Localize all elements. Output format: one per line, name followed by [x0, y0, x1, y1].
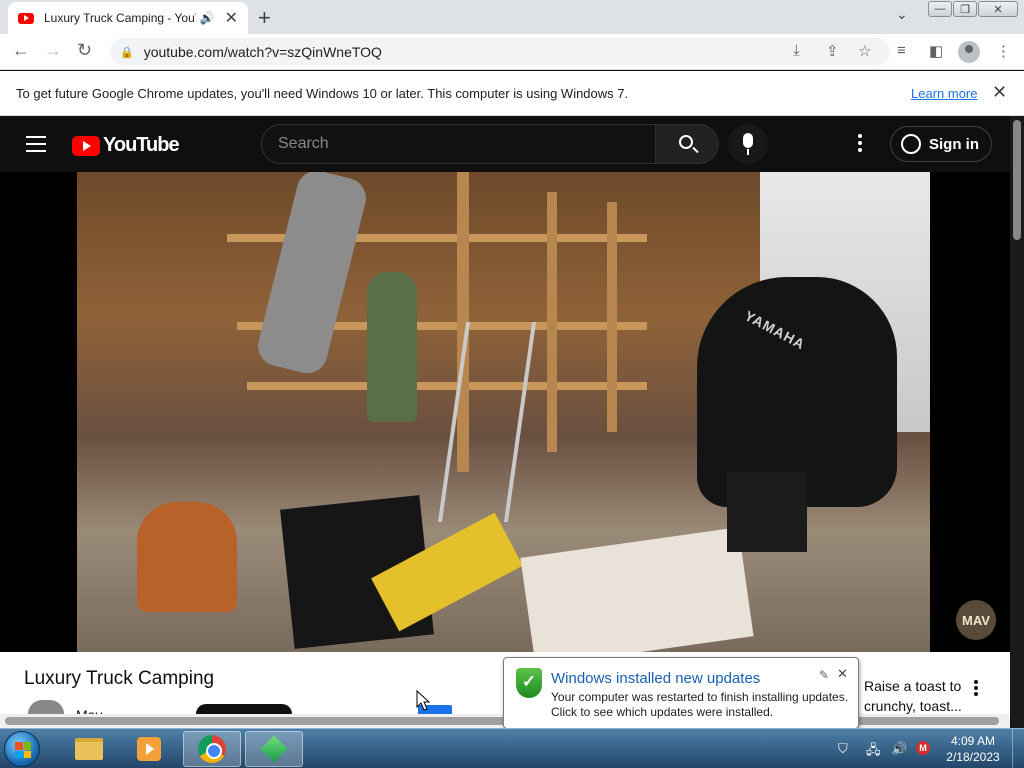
minimize-window-button[interactable]: —: [928, 1, 952, 17]
notification-line-1: Your computer was restarted to finish in…: [551, 690, 849, 704]
clock-time: 4:09 AM: [950, 734, 996, 748]
taskbar-windows-explorer[interactable]: [60, 731, 118, 767]
channel-name[interactable]: Mav: [76, 704, 102, 714]
show-desktop-button[interactable]: [1012, 729, 1024, 768]
windows-update-notification[interactable]: ✓ Windows installed new updates Your com…: [503, 657, 859, 729]
info-bar-message: To get future Google Chrome updates, you…: [16, 86, 629, 101]
tab-search-chevron-icon[interactable]: ⌄: [896, 6, 908, 23]
guide-menu-icon[interactable]: [26, 136, 46, 152]
youtube-wordmark: YouTube: [103, 134, 180, 156]
system-clock[interactable]: 4:09 AM 2/18/2023: [944, 733, 1002, 765]
youtube-favicon-icon: [18, 12, 34, 24]
close-window-button[interactable]: ✕: [978, 1, 1018, 17]
notification-title[interactable]: Windows installed new updates: [551, 670, 760, 687]
youtube-logo[interactable]: YouTube: [72, 134, 180, 157]
sign-in-label: Sign in: [929, 135, 979, 153]
search-icon: [679, 135, 693, 149]
channel-watermark[interactable]: MAV: [956, 600, 996, 640]
side-panel-icon[interactable]: ◧: [929, 42, 943, 60]
channel-avatar[interactable]: [28, 700, 64, 714]
microphone-icon: [743, 133, 753, 148]
notification-line-2: Click to see which updates were installe…: [551, 705, 774, 719]
learn-more-link[interactable]: Learn more: [911, 86, 977, 101]
profile-avatar-icon[interactable]: [958, 41, 980, 63]
page-vertical-scrollbar[interactable]: [1010, 116, 1024, 728]
media-player-icon: [137, 737, 161, 761]
reload-icon[interactable]: ↻: [77, 40, 92, 61]
recommendation-menu-icon[interactable]: [974, 680, 978, 698]
video-player[interactable]: YAMAHA MAV: [0, 172, 1010, 652]
notification-options-icon[interactable]: ✎: [819, 668, 829, 682]
start-button[interactable]: [4, 731, 40, 767]
search-box: [261, 124, 656, 164]
green-cube-icon: [260, 735, 288, 763]
address-bar[interactable]: 🔒 youtube.com/watch?v=szQinWneTOQ: [110, 38, 890, 66]
mouse-cursor-icon: [416, 690, 430, 711]
antivirus-tray-icon[interactable]: M: [916, 741, 930, 755]
user-circle-icon: [901, 134, 921, 154]
sign-in-button[interactable]: Sign in: [890, 126, 992, 162]
taskbar-media-center[interactable]: [120, 731, 178, 767]
restore-window-button[interactable]: ❐: [953, 1, 977, 17]
youtube-play-logo-icon: [72, 135, 100, 156]
chrome-icon: [198, 735, 226, 763]
back-arrow-icon[interactable]: ←: [12, 40, 30, 61]
update-tray-icon[interactable]: ⛉: [838, 741, 848, 757]
folder-icon: [75, 738, 103, 760]
url-text: youtube.com/watch?v=szQinWneTOQ: [143, 44, 382, 60]
video-title: Luxury Truck Camping: [24, 668, 215, 689]
media-controls-icon[interactable]: ≡: [897, 42, 906, 59]
new-tab-plus-icon[interactable]: +: [258, 5, 271, 31]
recommended-video-title[interactable]: Raise a toast to crunchy, toast...: [864, 676, 974, 716]
tab-close-icon[interactable]: ✕: [225, 8, 238, 28]
tab-title: Luxury Truck Camping - YouTube: [44, 11, 196, 25]
search-button[interactable]: [655, 124, 719, 164]
notification-close-icon[interactable]: ✕: [837, 666, 848, 682]
forward-arrow-icon[interactable]: →: [44, 40, 62, 61]
speaker-icon[interactable]: 🔊: [200, 11, 215, 25]
browser-tab-youtube[interactable]: Luxury Truck Camping - YouTube 🔊 ✕: [8, 2, 248, 34]
youtube-header: YouTube Sign in: [0, 116, 1010, 172]
browser-toolbar: ← → ↻ 🔒 youtube.com/watch?v=szQinWneTOQ …: [0, 34, 1024, 70]
tab-strip: Luxury Truck Camping - YouTube 🔊 ✕ + ⌄ —…: [0, 0, 1024, 34]
install-app-icon[interactable]: ⤓: [793, 42, 800, 59]
bookmark-star-icon[interactable]: ☆: [858, 42, 871, 60]
search-input[interactable]: [278, 135, 638, 153]
page-scroll-thumb[interactable]: [1013, 120, 1021, 240]
network-icon[interactable]: 🖧: [866, 741, 881, 763]
info-bar-close-icon[interactable]: ✕: [992, 82, 1007, 103]
lock-icon[interactable]: 🔒: [120, 46, 134, 59]
chrome-menu-icon[interactable]: ⋮: [996, 42, 1011, 60]
video-frame[interactable]: YAMAHA: [77, 172, 930, 652]
clock-date: 2/18/2023: [946, 750, 1000, 764]
volume-icon[interactable]: 🔊: [891, 741, 907, 757]
windows-logo-icon: [15, 742, 31, 758]
settings-kebab-icon[interactable]: [858, 134, 864, 154]
taskbar-3d-app[interactable]: [245, 731, 303, 767]
windows-taskbar: ⛉ 🖧 🔊 M 4:09 AM 2/18/2023: [0, 728, 1024, 768]
voice-search-button[interactable]: [728, 124, 768, 164]
windows-update-shield-icon: ✓: [516, 668, 542, 698]
subscribe-button[interactable]: [196, 704, 292, 714]
share-icon[interactable]: ⇪: [826, 42, 839, 60]
taskbar-google-chrome[interactable]: [183, 731, 241, 767]
update-info-bar: To get future Google Chrome updates, you…: [0, 71, 1024, 116]
